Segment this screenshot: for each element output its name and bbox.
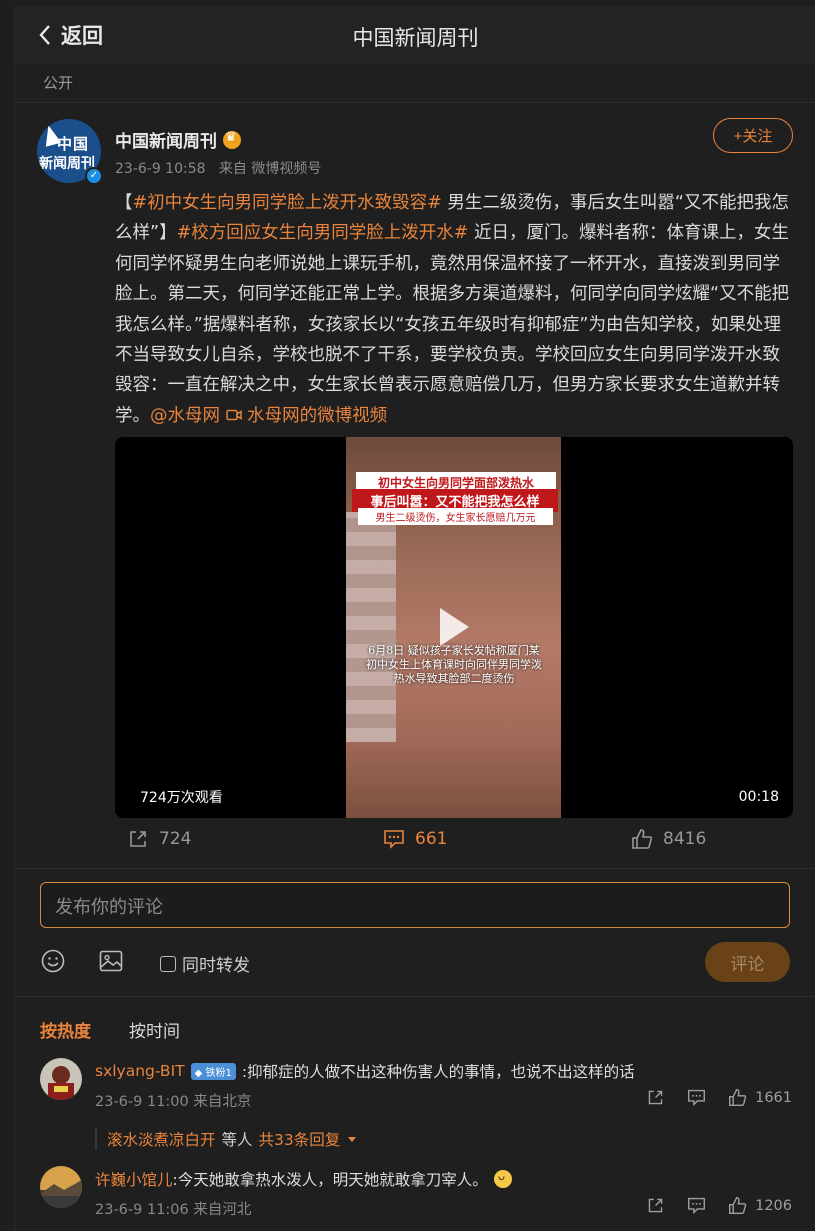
repost-button[interactable]: 724 <box>127 828 191 850</box>
visibility-label: 公开 <box>43 74 74 92</box>
page-title: 中国新闻周刊 <box>352 26 479 50</box>
video-link[interactable]: 水母网的微博视频 <box>225 406 387 426</box>
emoji-icon[interactable] <box>40 948 66 974</box>
play-icon[interactable] <box>436 605 472 649</box>
share-icon[interactable] <box>646 1196 665 1215</box>
avatar-image <box>40 1166 82 1208</box>
reply-count-link[interactable]: 共33条回复 <box>259 1128 341 1150</box>
view-count: 724万次观看 <box>140 790 223 806</box>
post-text: 【#初中女生向男同学脸上泼开水致毁容# 男生二级烫伤，事后女生叫嚣“又不能把我怎… <box>115 193 790 426</box>
repost-checkbox[interactable]: 同时转发 <box>160 951 250 976</box>
comment-icon[interactable] <box>687 1196 706 1215</box>
mention-link[interactable]: @水母网 <box>150 406 220 426</box>
comment-line: 许巍小馆儿:今天她敢拿热水泼人，明天她就敢拿刀宰人。 <box>95 1168 512 1190</box>
post-actions: 724 661 8416 <box>15 828 815 858</box>
comment-meta: 23-6-9 11:00 来自北京 <box>95 1094 252 1110</box>
video-player[interactable]: 初中女生向男同学面部泼热水 事后叫嚣：又不能把我怎么样 男生二级烫伤，女生家长愿… <box>115 437 793 818</box>
thumbs-up-icon <box>632 829 653 849</box>
hashtag-link[interactable]: #初中女生向男同学脸上泼开水致毁容# <box>133 193 442 213</box>
video-caption: 6月8日 疑似孩子家长发帖称厦门某初中女生上体育课时向同伴男同学泼热水导致其脸部… <box>366 644 542 685</box>
share-icon[interactable] <box>646 1088 665 1107</box>
video-duration: 00:18 <box>738 789 779 805</box>
comment-icon[interactable] <box>687 1088 706 1107</box>
post-meta: 23-6-9 10:58 来自 微博视频号 <box>115 158 321 178</box>
fan-badge: ◆ 铁粉1 <box>190 1062 236 1080</box>
share-icon <box>130 831 146 847</box>
avatar-image <box>40 1058 82 1100</box>
mosaic-blur <box>346 512 396 742</box>
divider <box>15 996 815 997</box>
top-bar: 返回 中国新闻周刊 <box>15 6 815 64</box>
like-button[interactable]: 8416 <box>631 828 706 850</box>
comment-text: :今天她敢拿热水泼人，明天她就敢拿刀宰人。 <box>172 1171 488 1189</box>
image-icon[interactable] <box>98 948 124 974</box>
commenter-avatar[interactable] <box>40 1166 82 1208</box>
thumbs-up-icon <box>729 1197 747 1214</box>
reply-summary[interactable]: 滚水淡煮凉白开 等人 共33条回复 <box>95 1128 358 1150</box>
video-subheadline: 男生二级烫伤，女生家长愿赔几万元 <box>358 508 553 525</box>
composer-tools: 同时转发 <box>40 946 790 976</box>
comment-meta: 23-6-9 11:06 来自河北 <box>95 1202 252 1218</box>
verified-icon: ✓ <box>85 167 103 185</box>
comment-icon <box>384 830 404 849</box>
thumbs-up-icon <box>729 1089 747 1106</box>
comment-like-button[interactable]: 1206 <box>728 1196 792 1215</box>
reply-user[interactable]: 滚水淡煮凉白开 <box>107 1128 216 1150</box>
caret-down-icon <box>348 1137 357 1142</box>
comment-actions: 1206 <box>646 1196 792 1215</box>
emoji-icon <box>493 1169 512 1188</box>
commenter-name[interactable]: sxlyang-BIT <box>95 1062 185 1080</box>
author-name[interactable]: 中国新闻周刊 <box>115 127 241 152</box>
hashtag-link[interactable]: #校方回应女生向男同学脸上泼开水# <box>177 223 469 243</box>
comment-input[interactable]: 发布你的评论 <box>40 882 790 928</box>
divider <box>15 102 815 103</box>
video-camera-icon <box>225 409 242 421</box>
divider <box>15 868 815 869</box>
commenter-name[interactable]: 许巍小馆儿 <box>95 1168 173 1190</box>
app-frame: 返回 中国新闻周刊 公开 中国 新闻周刊 ✓ 中国新闻周刊 23-6-9 10:… <box>14 6 815 1231</box>
post-source: 来自 微博视频号 <box>218 161 322 177</box>
tab-sort-time[interactable]: 按时间 <box>129 1017 180 1042</box>
follow-button[interactable]: +关注 <box>713 118 793 153</box>
comment-count-button[interactable]: 661 <box>383 828 447 850</box>
commenter-avatar[interactable] <box>40 1058 82 1100</box>
comment-text: :抑郁症的人做不出这种伤害人的事情，也说不出这样的话 <box>241 1063 635 1081</box>
comment-like-button[interactable]: 1661 <box>728 1088 792 1107</box>
comment-line: sxlyang-BIT ◆ 铁粉1 :抑郁症的人做不出这种伤害人的事情，也说不出… <box>95 1060 635 1082</box>
checkbox-box[interactable] <box>160 955 176 972</box>
vip-crown-icon <box>223 130 241 149</box>
tab-sort-hot[interactable]: 按热度 <box>40 1017 91 1042</box>
comment-sort-tabs: 按热度 按时间 <box>40 1017 180 1042</box>
comment-actions: 1661 <box>646 1088 792 1107</box>
submit-comment-button[interactable]: 评论 <box>705 942 790 982</box>
post-time: 23-6-9 10:58 <box>115 161 206 177</box>
